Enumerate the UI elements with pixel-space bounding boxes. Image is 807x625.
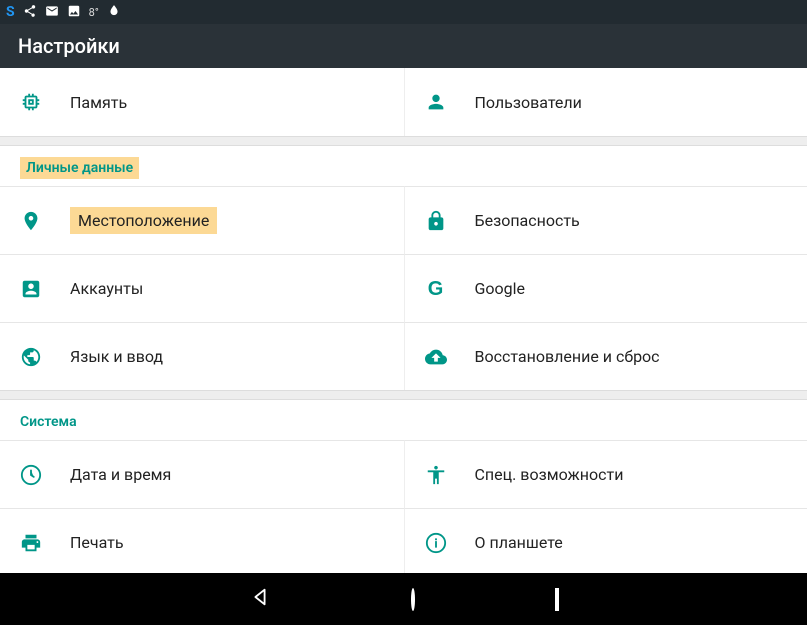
cloud-upload-icon: [425, 346, 447, 368]
account-icon: [20, 278, 42, 300]
section-gap: [0, 136, 807, 146]
item-label: Безопасность: [475, 211, 580, 230]
item-label: Язык и ввод: [70, 347, 163, 366]
accessibility-icon: [425, 464, 447, 486]
nav-back[interactable]: [249, 586, 271, 612]
print-icon: [20, 532, 42, 554]
app-icon: S: [6, 4, 15, 20]
item-print[interactable]: Печать: [0, 508, 404, 573]
item-accounts[interactable]: Аккаунты: [0, 254, 404, 322]
lock-icon: [425, 210, 447, 232]
item-language[interactable]: Язык и ввод: [0, 322, 404, 390]
status-temp: 8°: [89, 6, 99, 19]
item-security[interactable]: Безопасность: [404, 186, 807, 254]
section-header-personal: Личные данные: [0, 146, 807, 186]
item-about[interactable]: О планшете: [404, 508, 807, 573]
item-label: Восстановление и сброс: [475, 347, 660, 366]
item-location[interactable]: Местоположение: [0, 186, 404, 254]
globe-icon: [20, 346, 42, 368]
nav-home[interactable]: [411, 590, 415, 609]
status-bar: S 8°: [0, 0, 807, 24]
settings-content: Память Пользователи Личные данные Местоп…: [0, 68, 807, 573]
share-icon: [23, 4, 37, 21]
item-label: Google: [475, 279, 526, 298]
nav-bar: [0, 573, 807, 625]
weather-icon: [107, 4, 121, 21]
item-label: Пользователи: [475, 93, 582, 112]
location-icon: [20, 210, 42, 232]
mail-icon: [45, 4, 59, 21]
clock-icon: [20, 464, 42, 486]
google-icon: G: [425, 278, 447, 300]
app-bar: Настройки: [0, 24, 807, 68]
person-icon: [425, 91, 447, 113]
section-gap: [0, 390, 807, 400]
item-memory[interactable]: Память: [0, 68, 404, 136]
item-users[interactable]: Пользователи: [404, 68, 807, 136]
item-google[interactable]: G Google: [404, 254, 807, 322]
item-backup[interactable]: Восстановление и сброс: [404, 322, 807, 390]
item-label: Дата и время: [70, 465, 171, 484]
item-label: Спец. возможности: [475, 465, 624, 484]
item-label: Печать: [70, 533, 124, 552]
item-label: Местоположение: [70, 207, 217, 234]
item-datetime[interactable]: Дата и время: [0, 440, 404, 508]
item-label: О планшете: [475, 533, 563, 552]
image-icon: [67, 4, 81, 21]
memory-icon: [20, 91, 42, 113]
item-accessibility[interactable]: Спец. возможности: [404, 440, 807, 508]
item-label: Аккаунты: [70, 279, 143, 298]
section-header-system: Система: [0, 400, 807, 440]
item-label: Память: [70, 93, 127, 112]
nav-recent[interactable]: [555, 590, 559, 609]
page-title: Настройки: [18, 34, 120, 58]
info-icon: [425, 532, 447, 554]
